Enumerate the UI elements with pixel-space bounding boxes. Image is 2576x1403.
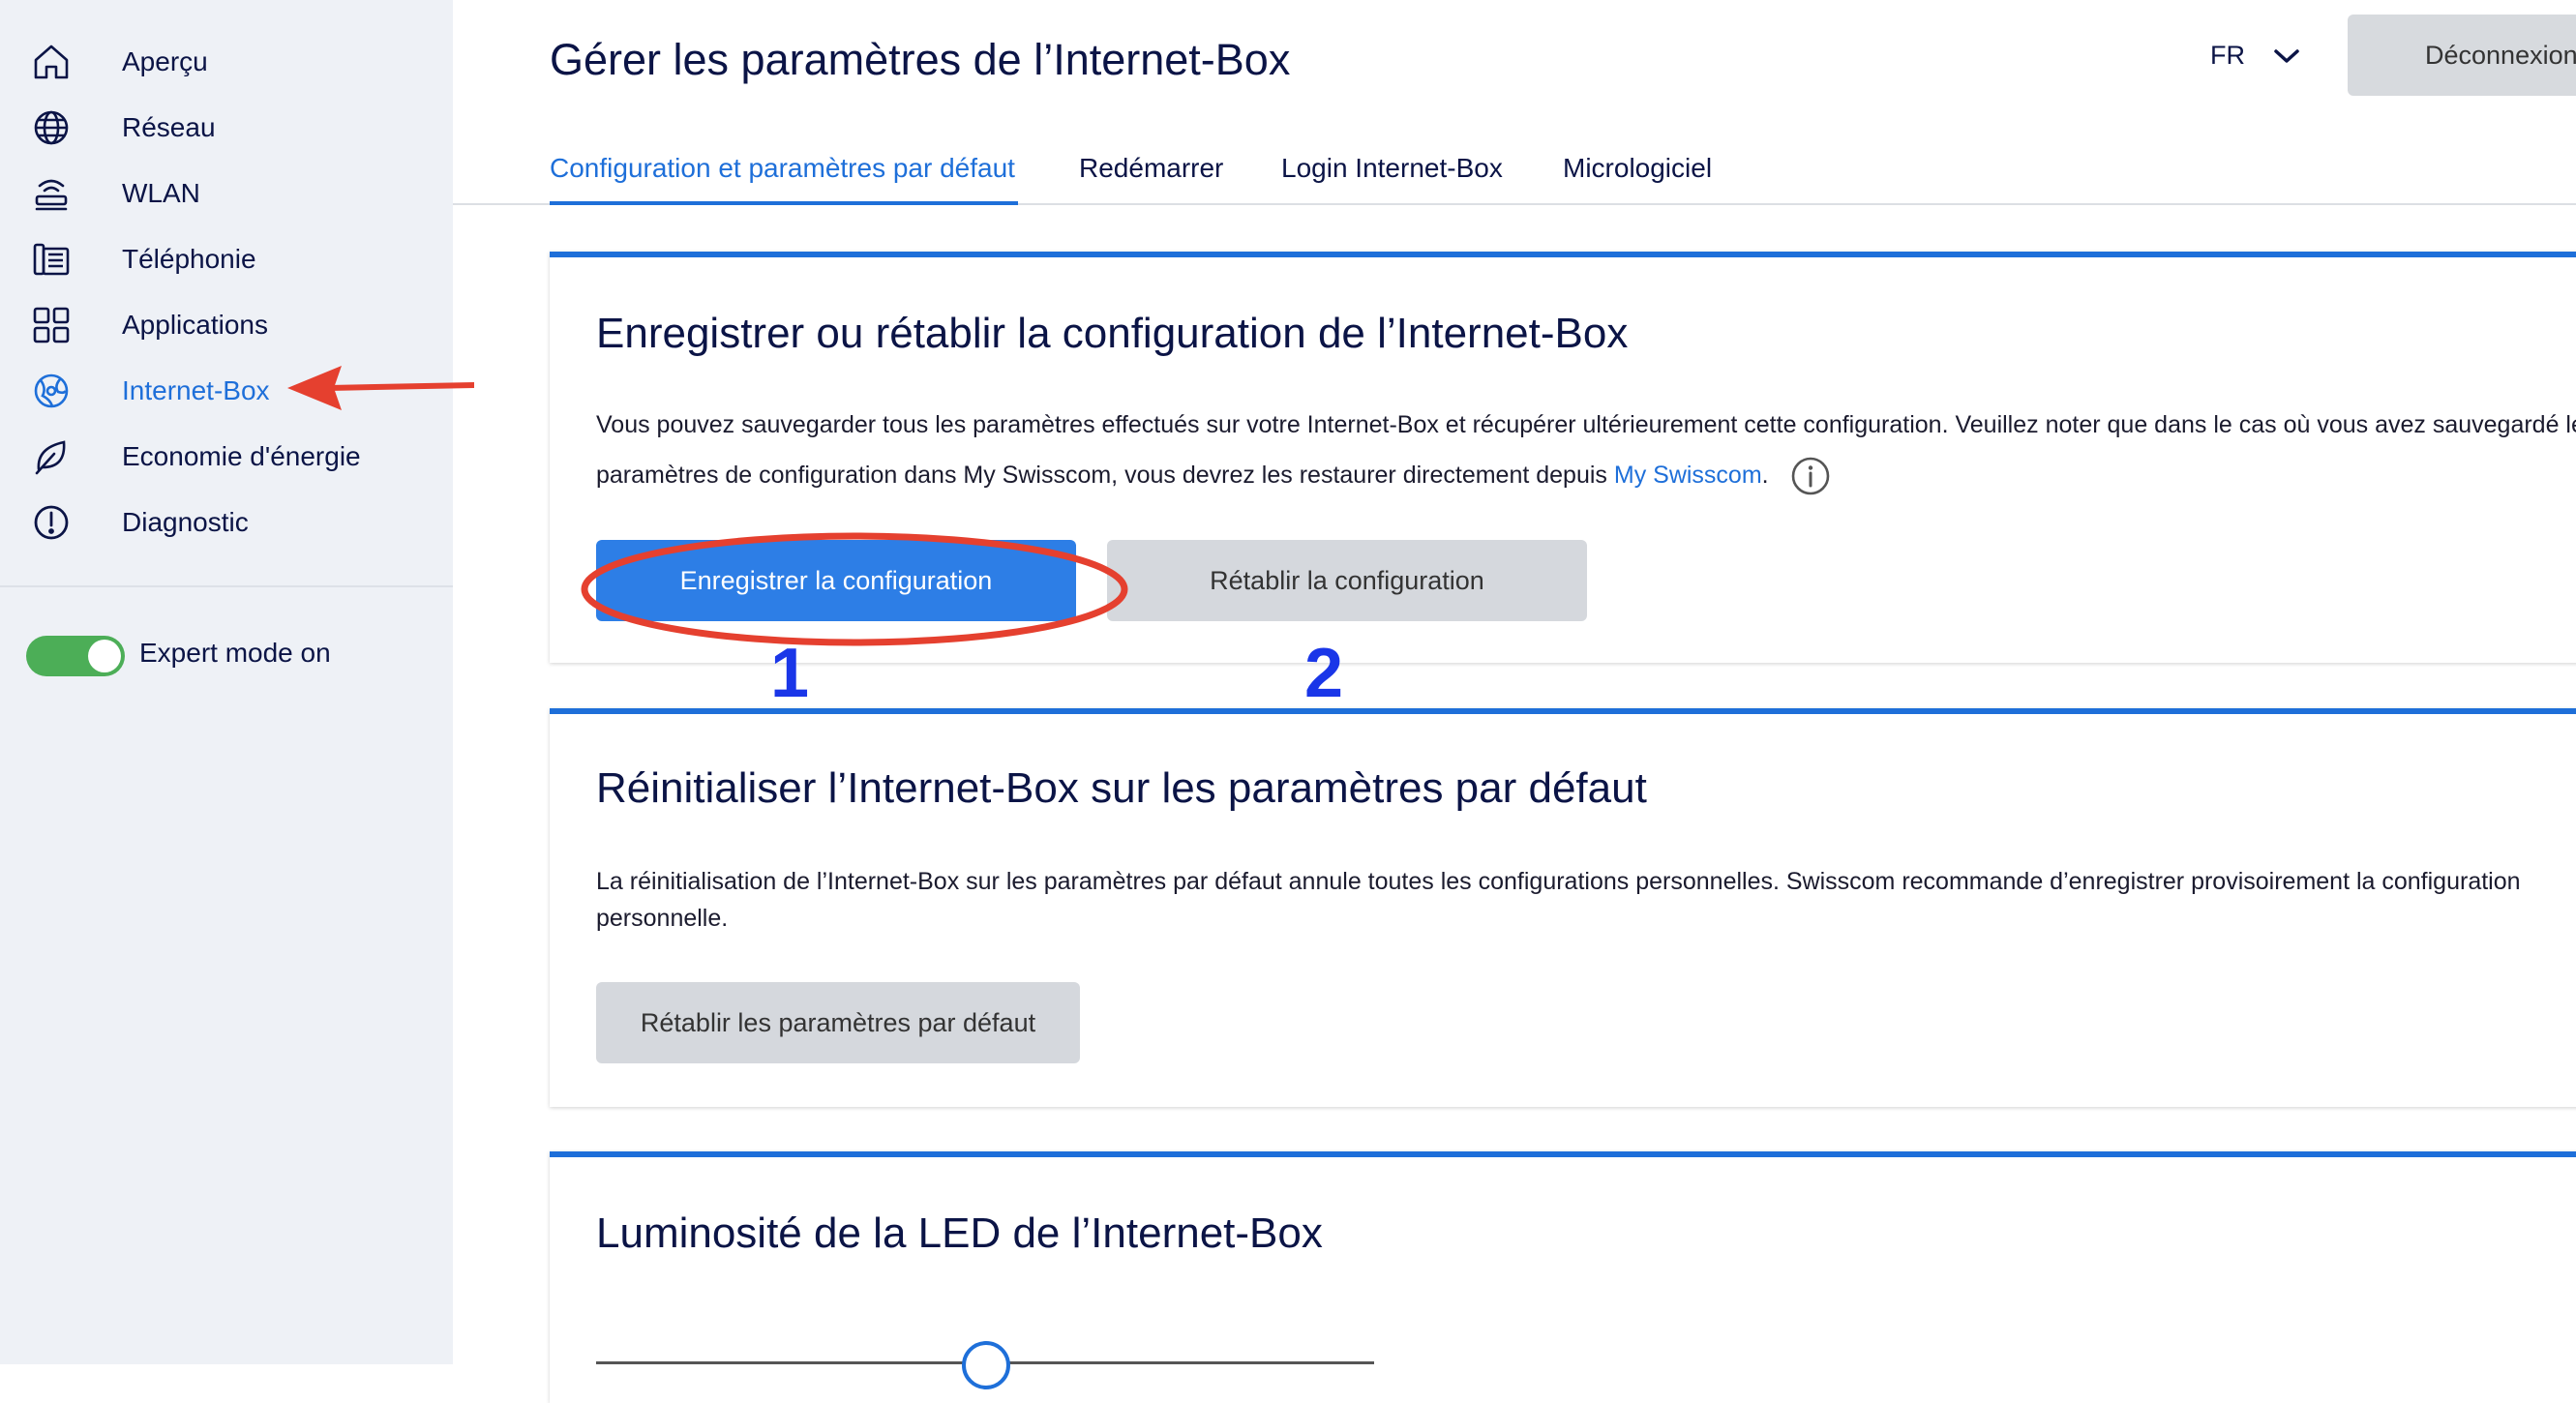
expert-mode-label: Expert mode on bbox=[139, 638, 331, 668]
my-swisscom-link[interactable]: My Swisscom bbox=[1614, 462, 1762, 489]
description-line1: La réinitialisation de l’Internet-Box su… bbox=[596, 868, 2521, 895]
sidebar-item-label: WLAN bbox=[122, 178, 200, 208]
sidebar-item-label: Aperçu bbox=[122, 46, 208, 76]
sidebar-item-economie-energie[interactable]: Economie d'énergie bbox=[0, 429, 453, 485]
sidebar-item-applications[interactable]: Applications bbox=[0, 297, 453, 353]
sidebar-item-label: Applications bbox=[122, 310, 268, 340]
sidebar-item-reseau[interactable]: Réseau bbox=[0, 100, 453, 156]
sidebar-item-label: Internet-Box bbox=[122, 375, 270, 405]
active-tab-indicator bbox=[550, 201, 1018, 205]
internet-box-icon bbox=[29, 371, 74, 411]
apps-icon bbox=[29, 305, 74, 345]
chevron-down-icon bbox=[2274, 48, 2299, 63]
circle-annotation bbox=[581, 532, 1128, 646]
tab-redemarrer[interactable]: Redémarrer bbox=[1079, 153, 1223, 184]
card-title: Luminosité de la LED de l’Internet-Box bbox=[596, 1209, 1323, 1257]
reset-card: Réinitialiser l’Internet-Box sur les par… bbox=[550, 708, 2576, 1107]
led-brightness-slider-handle[interactable] bbox=[962, 1341, 1010, 1389]
sidebar-item-wlan[interactable]: WLAN bbox=[0, 165, 453, 222]
description-period: . bbox=[1761, 462, 1769, 489]
info-icon[interactable] bbox=[1790, 456, 1831, 496]
card-description: La réinitialisation de l’Internet-Box su… bbox=[596, 863, 2521, 937]
tab-login[interactable]: Login Internet-Box bbox=[1281, 153, 1503, 184]
sidebar-item-diagnostic[interactable]: Diagnostic bbox=[0, 494, 453, 551]
sidebar-item-label: Téléphonie bbox=[122, 244, 256, 274]
router-icon bbox=[29, 173, 74, 214]
card-title: Enregistrer ou rétablir la configuration… bbox=[596, 310, 1629, 357]
sidebar-divider bbox=[0, 585, 453, 587]
step-number-1: 1 bbox=[770, 635, 810, 712]
restore-configuration-button[interactable]: Rétablir la configuration bbox=[1107, 540, 1587, 621]
alert-icon bbox=[29, 502, 74, 543]
home-icon bbox=[29, 42, 74, 82]
card-title: Réinitialiser l’Internet-Box sur les par… bbox=[596, 764, 1647, 812]
description-line2: paramètres de configuration dans My Swis… bbox=[596, 462, 1614, 489]
phone-icon bbox=[29, 239, 74, 280]
card-description: Vous pouvez sauvegarder tous les paramèt… bbox=[596, 400, 2576, 500]
reset-defaults-button[interactable]: Rétablir les paramètres par défaut bbox=[596, 982, 1080, 1063]
led-card: Luminosité de la LED de l’Internet-Box bbox=[550, 1151, 2576, 1403]
page-title: Gérer les paramètres de l’Internet-Box bbox=[550, 35, 1291, 84]
leaf-icon bbox=[29, 436, 74, 477]
globe-icon bbox=[29, 107, 74, 148]
tab-micrologiciel[interactable]: Micrologiciel bbox=[1563, 153, 1712, 184]
description-line2: personnelle. bbox=[596, 905, 729, 932]
sidebar-item-label: Diagnostic bbox=[122, 507, 249, 537]
tab-configuration[interactable]: Configuration et paramètres par défaut bbox=[550, 153, 1015, 184]
logout-button[interactable]: Déconnexion bbox=[2348, 15, 2576, 96]
toggle-knob bbox=[88, 640, 121, 672]
sidebar: Aperçu Réseau WLAN Téléphonie Applicatio… bbox=[0, 0, 453, 1364]
expert-mode-toggle[interactable] bbox=[26, 636, 125, 676]
description-line1: Vous pouvez sauvegarder tous les paramèt… bbox=[596, 411, 2576, 438]
step-number-2: 2 bbox=[1304, 635, 1344, 712]
sidebar-item-apercu[interactable]: Aperçu bbox=[0, 34, 453, 90]
language-value: FR bbox=[2210, 41, 2245, 70]
sidebar-item-label: Réseau bbox=[122, 112, 216, 142]
sidebar-item-label: Economie d'énergie bbox=[122, 441, 361, 471]
language-select[interactable]: FR bbox=[2210, 41, 2301, 71]
arrow-annotation bbox=[287, 366, 474, 410]
sidebar-item-telephonie[interactable]: Téléphonie bbox=[0, 231, 453, 287]
